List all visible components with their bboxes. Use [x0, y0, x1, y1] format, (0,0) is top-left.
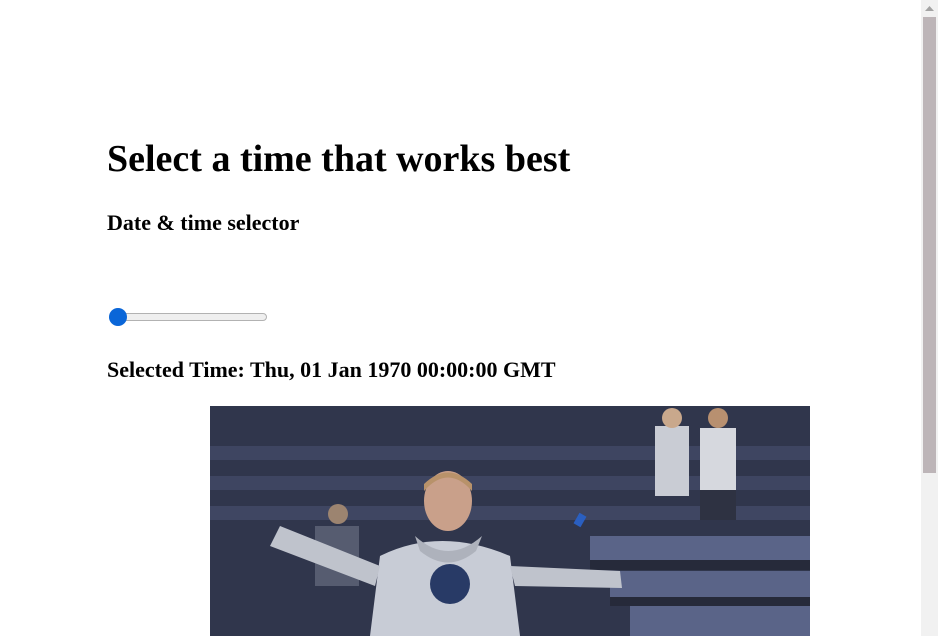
scroll-up-icon[interactable] [921, 0, 938, 17]
section-subtitle: Date & time selector [107, 210, 300, 235]
slider-thumb[interactable] [109, 308, 127, 326]
slider-track[interactable] [109, 313, 267, 321]
page: Select a time that works best Date & tim… [0, 0, 938, 636]
scrollbar-thumb[interactable] [923, 17, 936, 473]
vertical-scrollbar[interactable] [921, 0, 938, 636]
animated-gif-image [210, 406, 810, 636]
page-title: Select a time that works best [107, 138, 571, 180]
selected-time-label: Selected Time: Thu, 01 Jan 1970 00:00:00… [107, 357, 556, 382]
time-slider[interactable] [107, 307, 271, 327]
gif-frame [210, 406, 810, 636]
